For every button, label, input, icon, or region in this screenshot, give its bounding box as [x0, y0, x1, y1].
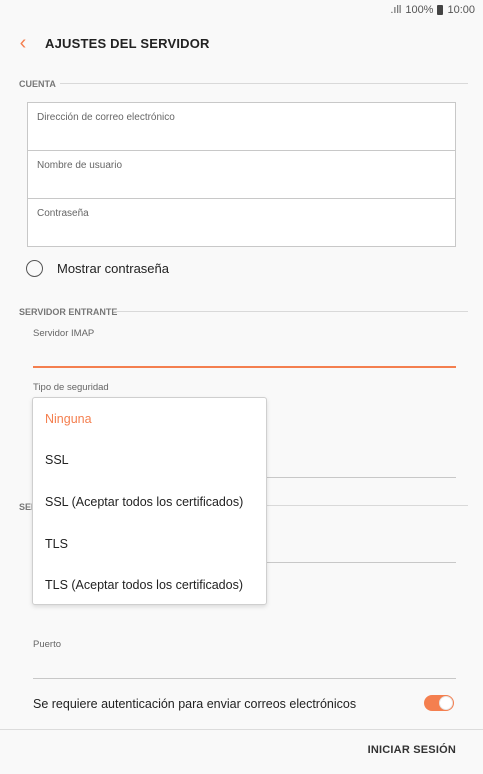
auth-required-row: Se requiere autenticación para enviar co… — [33, 694, 456, 714]
section-divider — [60, 83, 468, 84]
app-header: ‹ AJUSTES DEL SERVIDOR — [0, 22, 483, 66]
username-placeholder: Nombre de usuario — [37, 160, 123, 171]
signal-icon: .ıll — [390, 4, 402, 16]
option-ninguna[interactable]: Ninguna — [33, 398, 266, 440]
radio-button[interactable] — [26, 260, 43, 277]
footer-divider — [0, 729, 483, 730]
port-label: Puerto — [33, 639, 61, 650]
status-bar: .ıll 100% 10:00 — [0, 0, 483, 22]
option-tls-accept-all[interactable]: TLS (Aceptar todos los certificados) — [33, 564, 266, 606]
port-input[interactable] — [33, 678, 456, 679]
security-type-label: Tipo de seguridad — [33, 382, 109, 393]
option-tls[interactable]: TLS — [33, 523, 266, 565]
back-arrow-icon[interactable]: ‹ — [12, 33, 34, 55]
section-label-incoming: SERVIDOR ENTRANTE — [19, 307, 118, 317]
password-placeholder: Contraseña — [37, 208, 89, 219]
account-fields-box: Dirección de correo electrónico Nombre d… — [27, 102, 456, 247]
email-field[interactable]: Dirección de correo electrónico — [28, 103, 455, 151]
auth-toggle[interactable] — [424, 695, 454, 711]
password-field[interactable]: Contraseña — [28, 199, 455, 247]
login-button[interactable]: INICIAR SESIÓN — [368, 744, 456, 756]
section-divider — [113, 311, 468, 312]
toggle-knob — [439, 696, 453, 710]
battery-percent: 100% — [405, 4, 434, 16]
imap-server-input[interactable] — [33, 366, 456, 368]
auth-required-label: Se requiere autenticación para enviar co… — [33, 697, 357, 711]
email-placeholder: Dirección de correo electrónico — [37, 112, 175, 123]
page-title: AJUSTES DEL SERVIDOR — [45, 36, 210, 51]
option-ssl[interactable]: SSL — [33, 440, 266, 482]
clock: 10:00 — [447, 4, 475, 16]
show-password-option[interactable]: Mostrar contraseña — [26, 260, 169, 277]
security-type-dropdown: Ninguna SSL SSL (Aceptar todos los certi… — [32, 397, 267, 605]
option-ssl-accept-all[interactable]: SSL (Aceptar todos los certificados) — [33, 481, 266, 523]
section-label-account: CUENTA — [19, 79, 56, 89]
battery-icon — [437, 5, 444, 15]
imap-server-label: Servidor IMAP — [33, 328, 95, 339]
username-field[interactable]: Nombre de usuario — [28, 151, 455, 199]
section-divider — [266, 505, 468, 506]
show-password-label: Mostrar contraseña — [57, 261, 169, 276]
